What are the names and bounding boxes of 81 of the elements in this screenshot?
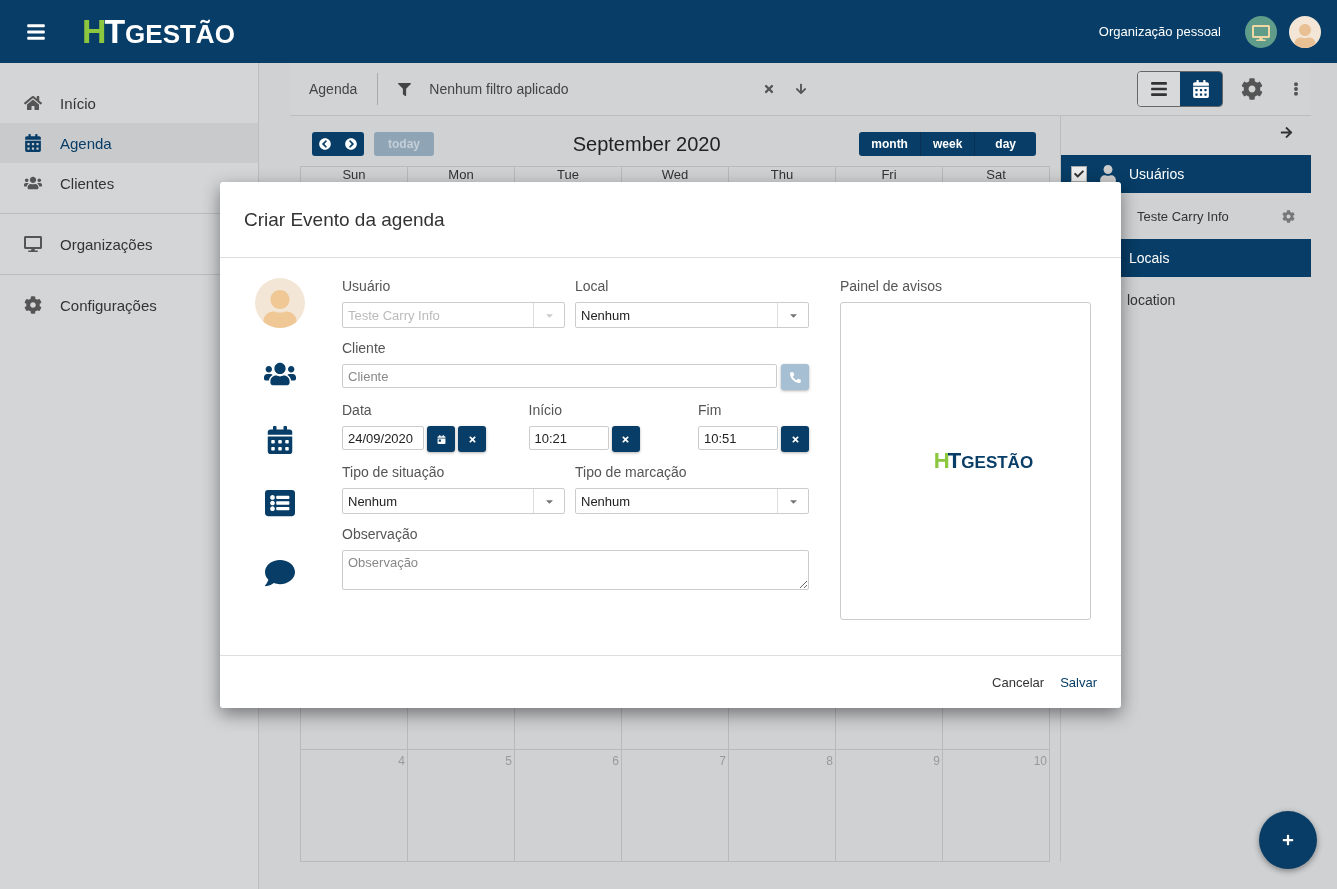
organization-avatar[interactable] — [1245, 15, 1277, 48]
close-icon — [467, 434, 477, 444]
list-item-text[interactable]: Teste Carry Info — [1137, 208, 1229, 224]
clear-button[interactable] — [611, 426, 640, 452]
check-icon — [1074, 169, 1084, 179]
list-view-button[interactable] — [1138, 72, 1180, 106]
filter-text: Nenhum filtro aplicado — [429, 81, 570, 97]
sidebar-item[interactable]: Configurações — [0, 285, 258, 325]
field-label: Início — [528, 402, 563, 420]
notice-logo: HTGESTÃO — [933, 448, 1034, 474]
field-label: Tipo de situação — [342, 464, 446, 482]
day-number: 9 — [836, 750, 943, 862]
sidebar-item[interactable]: Agenda — [0, 123, 258, 163]
select-field[interactable]: Nenhum — [575, 488, 809, 514]
day-number: 6 — [515, 750, 622, 862]
app-logo: HTGESTÃO — [82, 12, 235, 51]
section-header[interactable]: Usuários — [1061, 155, 1311, 193]
checkbox[interactable] — [1071, 166, 1087, 182]
list-icon — [1150, 80, 1168, 98]
settings-icon[interactable] — [1282, 209, 1295, 223]
close-icon — [790, 434, 800, 444]
user-icon — [1099, 165, 1117, 183]
list-icon — [264, 488, 295, 518]
sidebar-item[interactable]: Início — [0, 83, 258, 123]
client-input[interactable]: Cliente — [342, 364, 777, 388]
arrow-right-icon[interactable] — [1280, 126, 1293, 139]
field-label: Usuário — [342, 278, 392, 296]
calendar-icon — [24, 134, 42, 152]
select-field[interactable]: Nenhum — [342, 488, 565, 514]
calendar-icon — [1192, 80, 1210, 98]
field-label: Data — [342, 402, 373, 420]
users-icon — [24, 174, 42, 192]
day-number: 10 — [943, 750, 1050, 862]
cancel-button[interactable]: Cancelar — [992, 674, 1045, 690]
menu-icon[interactable] — [26, 21, 46, 42]
list-item-text[interactable]: location — [1127, 292, 1176, 308]
phone-icon — [789, 371, 801, 383]
select-field[interactable]: Nenhum — [575, 302, 809, 328]
next-icon — [345, 138, 357, 150]
calendar-button[interactable] — [427, 426, 455, 452]
view-tab[interactable]: month — [859, 132, 920, 156]
calendar-view-button[interactable] — [1180, 72, 1222, 106]
filter-icon[interactable] — [398, 82, 412, 96]
settings-icon[interactable] — [1241, 78, 1263, 100]
day-number: 8 — [729, 750, 836, 862]
toolbar-title: Agenda — [309, 81, 358, 97]
field-label: Fim — [698, 402, 723, 420]
monitor-icon — [24, 235, 42, 253]
user-avatar — [254, 278, 305, 328]
clear-button[interactable] — [781, 426, 809, 452]
field-label: Observação — [342, 526, 419, 544]
field-label: Local — [575, 278, 610, 296]
date-input[interactable]: 24/09/2020 — [342, 426, 424, 450]
clear-button[interactable] — [458, 426, 486, 452]
view-tab[interactable]: week — [919, 132, 975, 156]
save-button[interactable]: Salvar — [1060, 674, 1097, 690]
field-label: Tipo de marcação — [575, 464, 688, 482]
time-input[interactable]: 10:21 — [528, 426, 609, 450]
home-icon — [24, 94, 42, 112]
month-title: September 2020 — [571, 132, 722, 156]
dialog-title: Criar Evento da agenda — [220, 182, 1121, 258]
plus-icon — [1282, 834, 1294, 846]
day-number: 7 — [622, 750, 729, 862]
organization-name[interactable]: Organização pessoal — [1098, 24, 1221, 39]
add-button[interactable] — [1259, 811, 1317, 869]
user-avatar[interactable] — [1289, 15, 1321, 48]
close-icon — [621, 434, 630, 444]
calendar-icon — [436, 434, 446, 444]
settings-icon — [24, 296, 42, 314]
calendar-icon — [265, 426, 294, 454]
previous-icon — [319, 138, 331, 150]
day-number: 4 — [301, 750, 408, 862]
time-input[interactable]: 10:51 — [698, 426, 778, 450]
notes-input[interactable]: Observação — [342, 550, 809, 590]
field-label: Cliente — [342, 340, 387, 358]
comment-icon — [264, 558, 295, 588]
day-number: 5 — [408, 750, 515, 862]
close-icon[interactable] — [763, 83, 776, 95]
field-label: Painel de avisos — [840, 278, 943, 296]
arrow-down-icon[interactable] — [795, 83, 808, 95]
view-tab[interactable]: day — [974, 132, 1036, 156]
